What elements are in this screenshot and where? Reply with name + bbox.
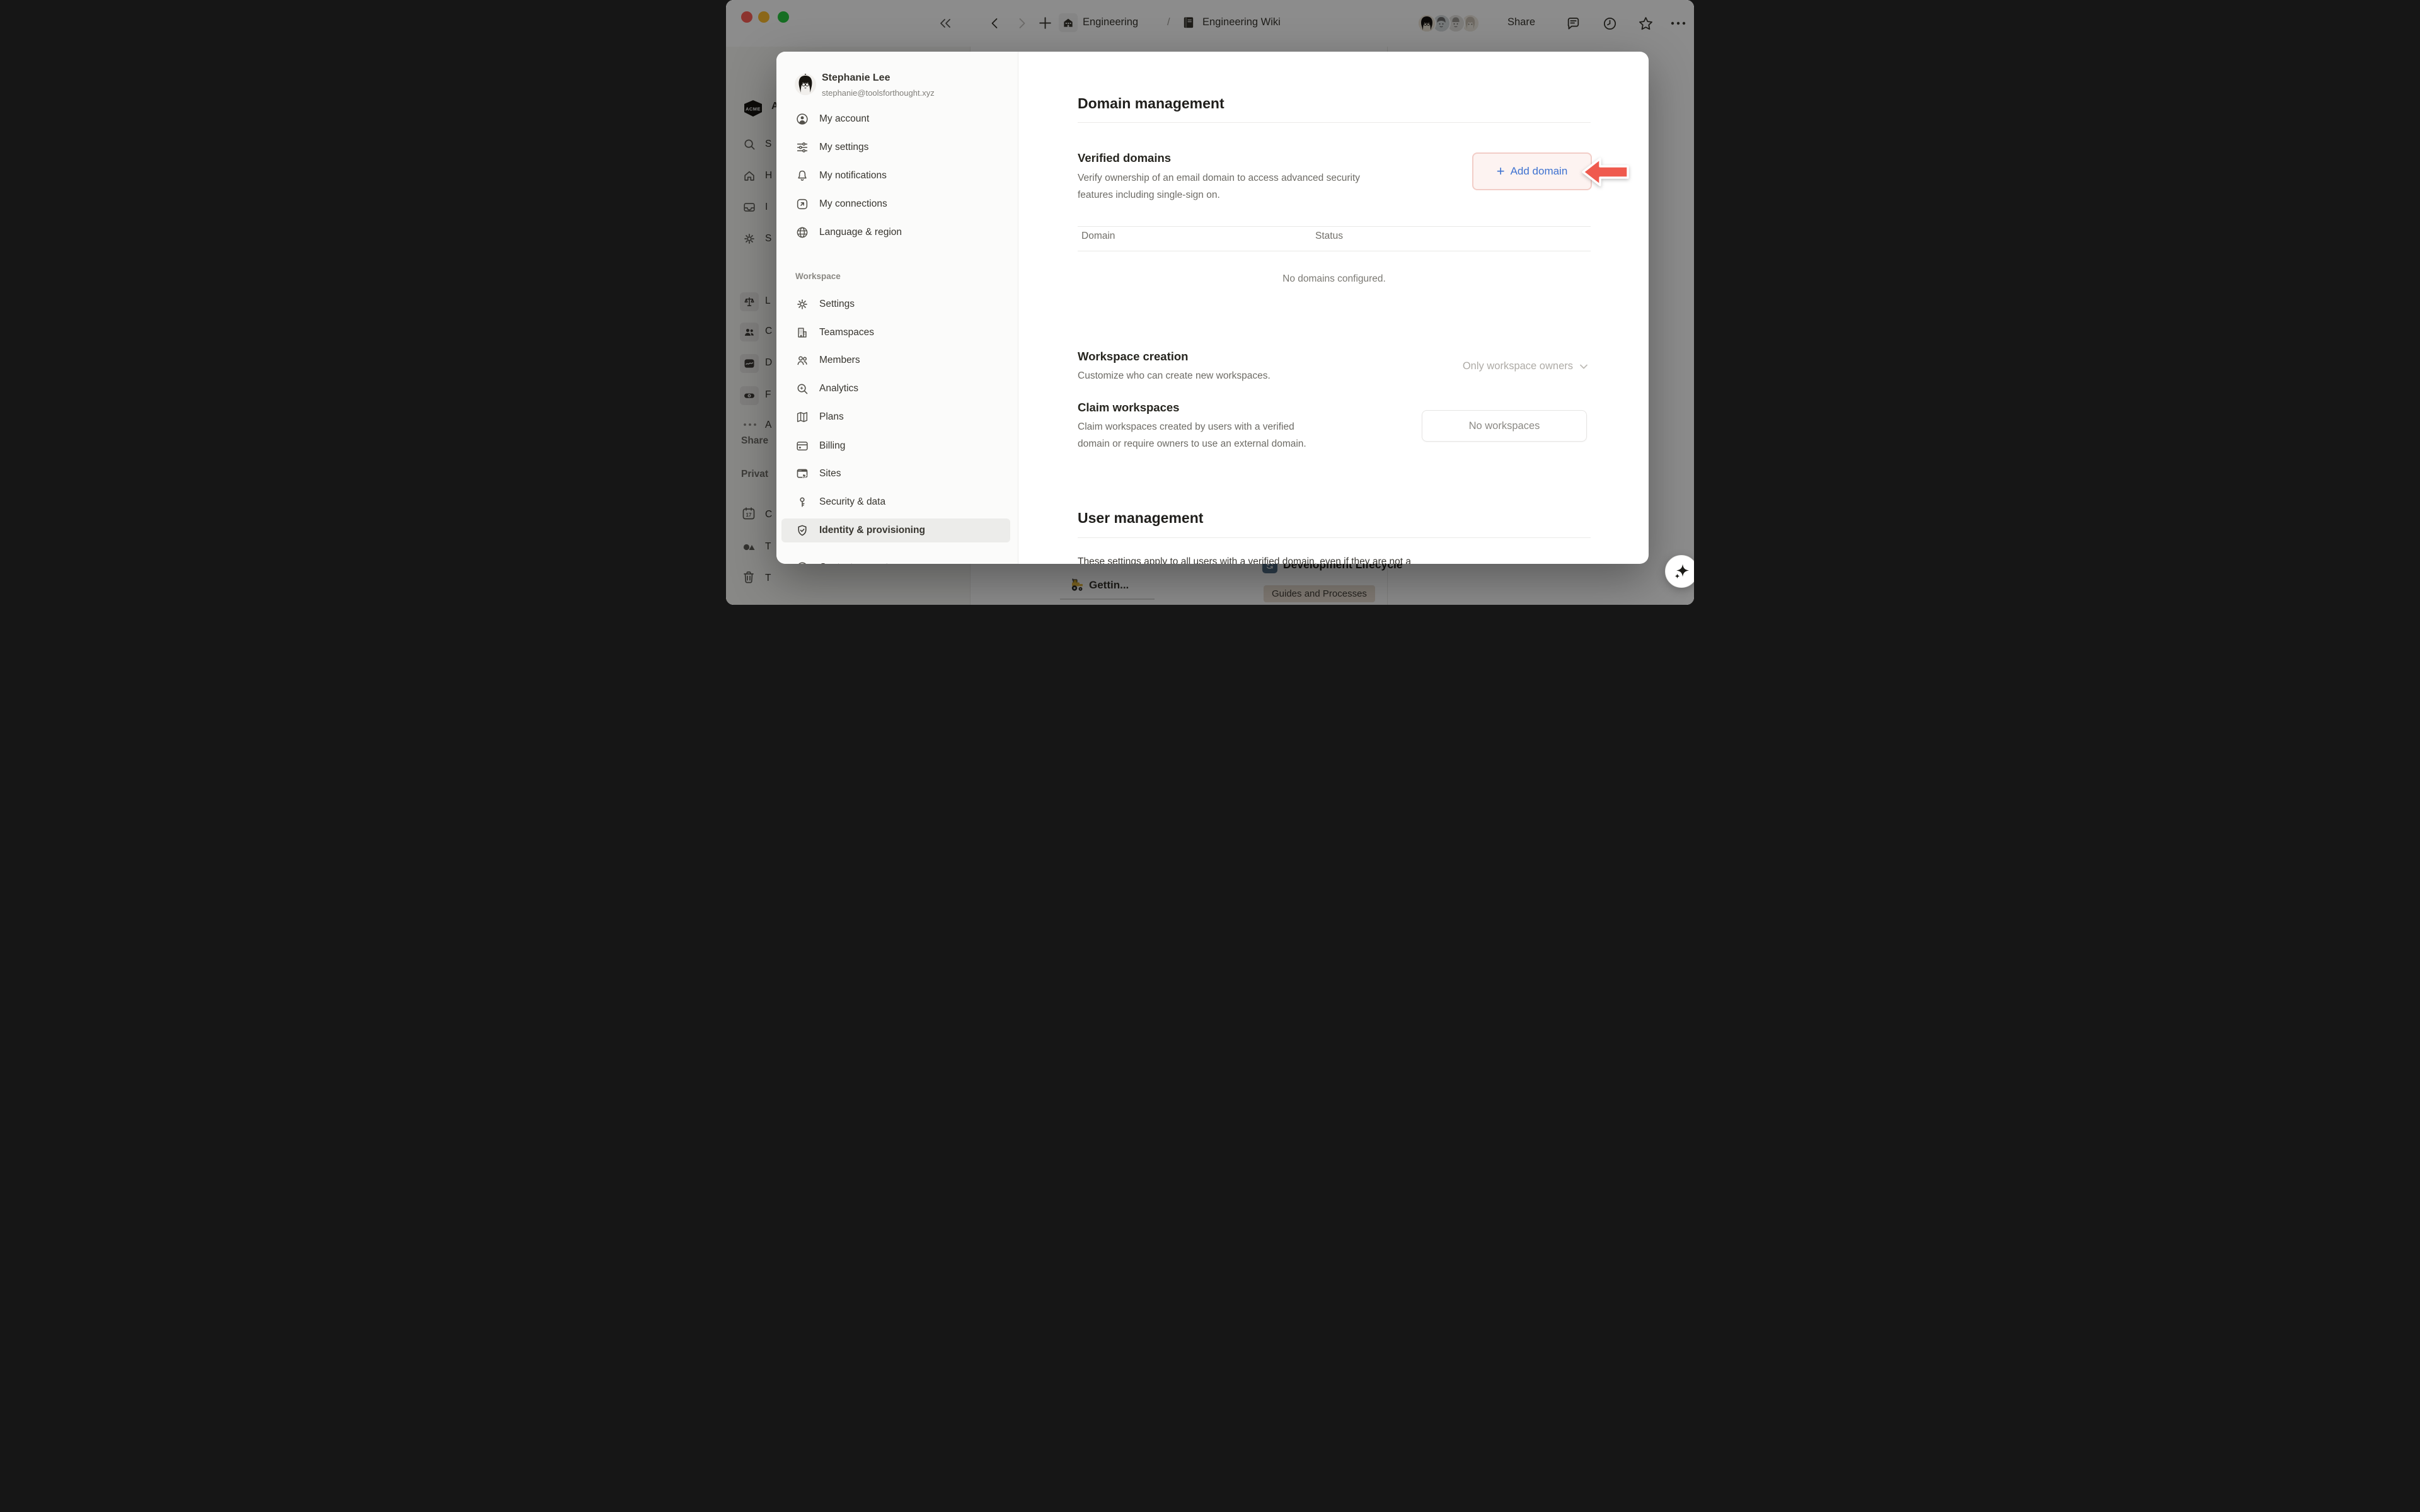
sidebar-item-label: My notifications [819, 170, 887, 181]
sidebar-item-language-region[interactable]: Language & region [781, 220, 1010, 244]
sliders-icon [795, 140, 809, 154]
sidebar-item-label: Contact support [819, 562, 888, 564]
workspace-creation-heading: Workspace creation [1078, 350, 1188, 364]
sidebar-item-my-notifications[interactable]: My notifications [781, 164, 1010, 188]
sidebar-item-security-data[interactable]: Security & data [781, 490, 1010, 514]
user-name: Stephanie Lee [822, 72, 890, 84]
sidebar-item-label: Members [819, 355, 860, 366]
sparkle-icon [1673, 563, 1690, 580]
sidebar-item-contact-support[interactable]: Contact support [781, 556, 1010, 564]
sidebar-item-label: Teamspaces [819, 327, 874, 338]
settings-content: Domain management Verified domains Verif… [1018, 52, 1649, 564]
plus-glyph: + [1497, 164, 1505, 178]
bell-icon [795, 169, 809, 183]
sidebar-item-label: Plans [819, 411, 844, 423]
add-domain-label: Add domain [1511, 165, 1568, 178]
page-title: Domain management [1078, 95, 1224, 112]
divider [1078, 122, 1591, 123]
workspace-creation-desc: Customize who can create new workspaces. [1078, 370, 1270, 382]
table-top-border [1078, 226, 1591, 227]
divider [1078, 537, 1591, 538]
settings-modal: Stephanie Lee stephanie@toolsforthought.… [776, 52, 1649, 564]
table-empty-state: No domains configured. [1078, 273, 1591, 285]
sidebar-item-label: My connections [819, 198, 887, 210]
sidebar-item-label: My account [819, 113, 869, 125]
person-circle-icon [795, 112, 809, 126]
sidebar-item-label: Language & region [819, 227, 902, 238]
claim-workspaces-desc-line2: domain or require owners to use an exter… [1078, 438, 1306, 450]
members-icon [795, 353, 809, 367]
sidebar-item-my-settings[interactable]: My settings [781, 135, 1010, 159]
claim-workspaces-desc-line1: Claim workspaces created by users with a… [1078, 421, 1294, 433]
sidebar-item-my-connections[interactable]: My connections [781, 192, 1010, 216]
app-window: Engineering / Engineering Wiki Share [726, 0, 1694, 605]
user-avatar[interactable] [795, 74, 816, 95]
sidebar-item-label: Sites [819, 468, 841, 479]
workspace-creation-select[interactable]: Only workspace owners [1463, 360, 1588, 372]
sidebar-item-label: Analytics [819, 383, 858, 394]
user-management-heading: User management [1078, 510, 1203, 527]
sidebar-item-teamspaces[interactable]: Teamspaces [781, 321, 1010, 345]
sidebar-item-label: Settings [819, 299, 855, 310]
search-sparkle-icon [795, 382, 809, 396]
sidebar-item-my-account[interactable]: My account [781, 107, 1010, 131]
question-circle-icon [795, 561, 809, 564]
sidebar-item-label: Billing [819, 440, 845, 452]
chevron-down-icon [1579, 364, 1588, 370]
sidebar-item-label: My settings [819, 142, 868, 153]
credit-card-icon [795, 439, 809, 453]
workspace-section-label: Workspace [795, 272, 841, 281]
arrow-up-right-square-icon [795, 197, 809, 211]
sidebar-item-label: Security & data [819, 496, 885, 508]
annotation-arrow-icon [1581, 156, 1630, 188]
sidebar-item-label: Identity & provisioning [819, 525, 925, 536]
workspace-creation-value: Only workspace owners [1463, 360, 1573, 372]
sidebar-item-identity-provisioning[interactable]: Identity & provisioning [781, 518, 1010, 542]
buildings-icon [795, 326, 809, 340]
no-workspaces-button[interactable]: No workspaces [1422, 410, 1587, 442]
verified-domains-heading: Verified domains [1078, 151, 1171, 165]
sidebar-item-members[interactable]: Members [781, 348, 1010, 372]
verified-domains-desc-line2: features including single-sign on. [1078, 190, 1220, 201]
user-management-clipped-text: These settings apply to all users with a… [1078, 556, 1620, 564]
key-icon [795, 495, 809, 509]
sidebar-item-billing[interactable]: Billing [781, 434, 1010, 458]
user-email: stephanie@toolsforthought.xyz [822, 88, 935, 98]
shield-check-icon [795, 524, 809, 537]
sidebar-item-analytics[interactable]: Analytics [781, 377, 1010, 401]
verified-domains-desc-line1: Verify ownership of an email domain to a… [1078, 173, 1360, 184]
sidebar-item-sites[interactable]: Sites [781, 462, 1010, 486]
globe-icon [795, 226, 809, 239]
table-header-status: Status [1315, 231, 1343, 242]
table-header-domain: Domain [1081, 231, 1115, 242]
ai-assistant-button[interactable] [1665, 555, 1694, 588]
map-icon [795, 410, 809, 424]
sidebar-item-settings[interactable]: Settings [781, 292, 1010, 316]
claim-workspaces-heading: Claim workspaces [1078, 401, 1179, 415]
sidebar-item-plans[interactable]: Plans [781, 405, 1010, 429]
gear-icon [795, 297, 809, 311]
settings-sidebar: Stephanie Lee stephanie@toolsforthought.… [776, 52, 1018, 564]
add-domain-button[interactable]: + Add domain [1472, 152, 1592, 190]
browser-cursor-icon [795, 467, 809, 481]
